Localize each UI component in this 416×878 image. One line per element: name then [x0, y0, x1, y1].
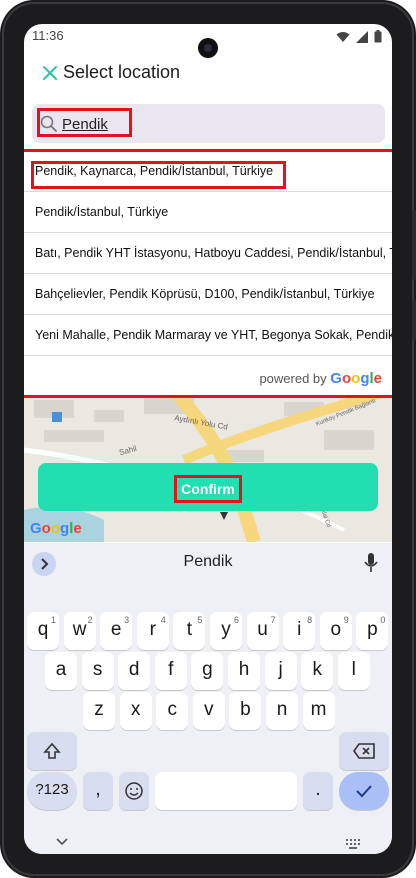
key-w[interactable]: 2w: [63, 612, 96, 650]
screen: 11:36 Select location Pendik Aydınlı Yol…: [24, 24, 392, 854]
key-hint: 1: [50, 615, 56, 625]
key-j[interactable]: j: [264, 652, 297, 690]
key-hint: 5: [197, 615, 203, 625]
keyboard-suggestion-word[interactable]: Pendik: [24, 553, 392, 571]
key-label: p: [367, 619, 378, 640]
key-y[interactable]: 6y: [210, 612, 242, 650]
page-title: Select location: [63, 62, 181, 82]
hide-keyboard-icon[interactable]: [56, 838, 68, 846]
period-key[interactable]: .: [303, 772, 333, 810]
key-label: u: [257, 619, 268, 640]
key-z[interactable]: z: [83, 692, 115, 730]
key-f[interactable]: f: [154, 652, 187, 690]
key-v[interactable]: v: [192, 692, 225, 730]
wifi-icon: [336, 31, 350, 42]
key-x[interactable]: x: [119, 692, 152, 730]
signal-icon: [356, 30, 368, 43]
key-hint: 3: [124, 615, 130, 625]
key-d[interactable]: d: [118, 652, 151, 690]
key-i[interactable]: 8i: [283, 612, 316, 650]
power-button: [412, 300, 416, 340]
backspace-key[interactable]: [339, 732, 389, 770]
emoji-key[interactable]: [119, 772, 149, 810]
key-hint: 7: [270, 615, 276, 625]
space-key[interactable]: [155, 772, 297, 810]
key-hint: 2: [87, 615, 93, 625]
key-s[interactable]: s: [81, 652, 114, 690]
key-hint: 0: [380, 615, 386, 625]
key-label: e: [110, 619, 122, 640]
key-t[interactable]: 5t: [173, 612, 206, 650]
key-label: o: [330, 619, 342, 640]
shift-icon: [43, 742, 61, 759]
key-q[interactable]: 1q: [27, 612, 59, 650]
comma-key[interactable]: ,: [83, 772, 113, 810]
key-b[interactable]: b: [229, 692, 262, 730]
keyboard-switch-icon[interactable]: [346, 839, 360, 849]
numbers-key[interactable]: ?123: [27, 772, 77, 810]
key-u[interactable]: 7u: [246, 612, 279, 650]
key-p[interactable]: 0p: [356, 612, 389, 650]
key-hint: 4: [160, 615, 166, 625]
google-map-logo: Google: [30, 520, 82, 537]
mic-icon[interactable]: [364, 553, 378, 573]
soft-keyboard: Pendik 1q2w3e4r5t6y7u8i9o0p asdfghjkl zx…: [24, 543, 392, 854]
phone-frame: 11:36 Select location Pendik Aydınlı Yol…: [0, 0, 416, 878]
key-hint: 8: [307, 615, 313, 625]
key-o[interactable]: 9o: [319, 612, 352, 650]
keyboard-suggestion-strip: Pendik: [24, 543, 392, 583]
shift-key[interactable]: [27, 732, 77, 770]
key-h[interactable]: h: [228, 652, 260, 690]
key-hint: 9: [343, 615, 349, 625]
key-a[interactable]: a: [45, 652, 77, 690]
key-label: i: [297, 619, 302, 640]
emoji-icon: [125, 782, 143, 800]
close-icon[interactable]: [40, 63, 60, 83]
battery-icon: [374, 30, 382, 43]
key-g[interactable]: g: [191, 652, 224, 690]
confirm-label: Confirm: [174, 475, 242, 503]
key-c[interactable]: c: [156, 692, 189, 730]
key-n[interactable]: n: [266, 692, 298, 730]
status-icons: [336, 30, 382, 43]
key-label: q: [37, 619, 49, 640]
volume-button: [412, 210, 416, 280]
checkmark-icon: [356, 785, 372, 798]
key-label: t: [186, 619, 193, 640]
status-time: 11:36: [32, 28, 64, 43]
key-r[interactable]: 4r: [136, 612, 169, 650]
enter-key[interactable]: [339, 772, 389, 810]
search-highlight-box: [37, 108, 132, 137]
key-k[interactable]: k: [301, 652, 334, 690]
backspace-icon: [353, 743, 375, 759]
key-e[interactable]: 3e: [100, 612, 133, 650]
key-label: r: [149, 619, 156, 640]
transit-station-marker: [52, 412, 62, 422]
key-l[interactable]: l: [337, 652, 370, 690]
key-hint: 6: [233, 615, 239, 625]
first-suggestion-highlight-box: [31, 161, 286, 189]
key-m[interactable]: m: [302, 692, 335, 730]
key-label: y: [221, 619, 231, 640]
key-label: w: [72, 619, 87, 640]
app-header: Select location: [24, 54, 392, 94]
